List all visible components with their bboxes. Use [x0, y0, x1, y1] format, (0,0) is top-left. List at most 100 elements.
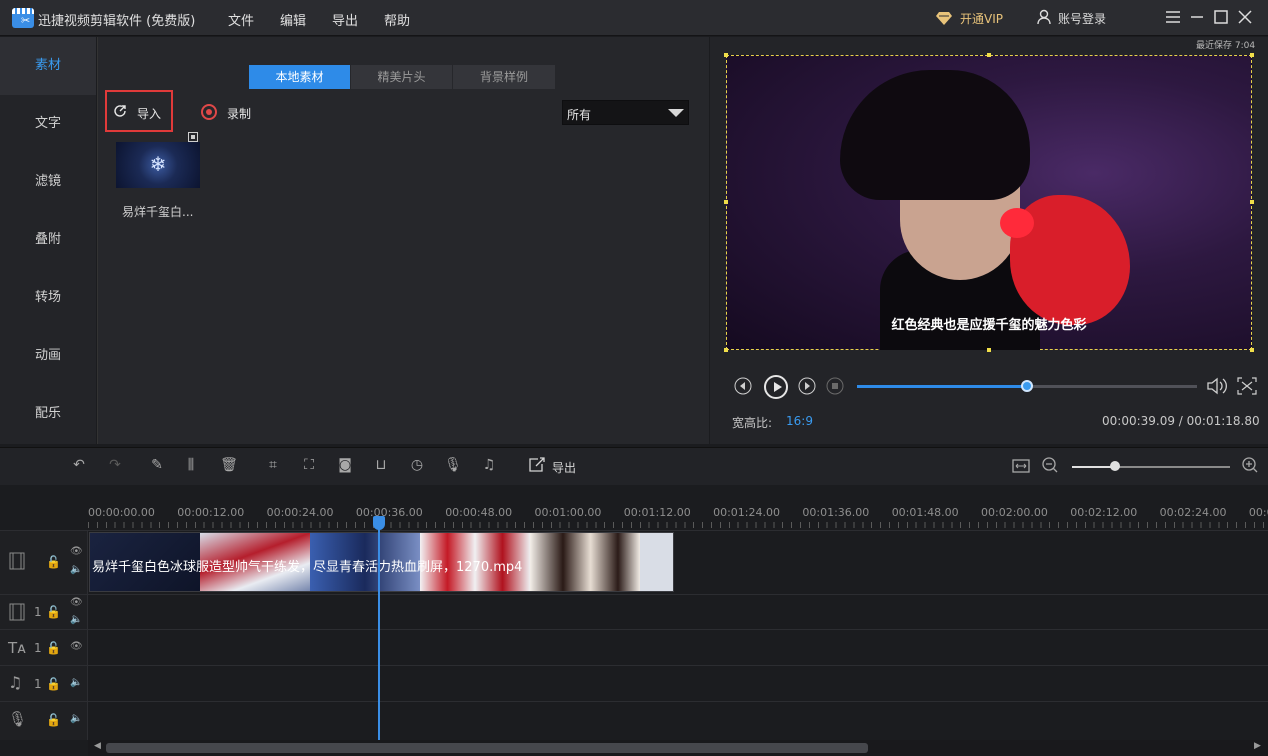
ruler-tick-label: 00:01:00.00 [534, 506, 602, 519]
media-panel [97, 37, 709, 444]
play-button[interactable] [764, 375, 788, 399]
text-track-icon: Tᴀ [8, 639, 27, 657]
import-icon [114, 105, 126, 117]
resize-icon[interactable]: ⛶ [300, 456, 318, 474]
eye-icon[interactable]: 👁 [70, 546, 83, 557]
resize-handle[interactable] [724, 53, 728, 57]
eye-icon[interactable]: 👁 [70, 641, 83, 652]
vip-link[interactable]: 开通VIP [960, 10, 1003, 27]
speaker-icon[interactable]: 🔈 [70, 677, 82, 688]
maximize-icon[interactable] [1210, 6, 1232, 28]
delete-icon[interactable]: 🗑 [220, 456, 238, 474]
login-link[interactable]: 账号登录 [1058, 10, 1106, 27]
ruler-tick-label: 00:00:00.00 [88, 506, 155, 519]
sidebar-item-animation[interactable]: 动画 [0, 327, 96, 385]
mosaic-icon[interactable]: ◙ [336, 456, 354, 474]
media-tabs: 本地素材 精美片头 背景样例 [249, 65, 555, 89]
ruler-tick-label: 00:00:36.00 [355, 506, 423, 519]
previous-frame-icon[interactable] [734, 377, 752, 395]
ruler-tick-label: 00:02:12.00 [1070, 506, 1138, 519]
ruler-tick-label: 00:02:00.00 [981, 506, 1048, 519]
last-save-status: 最近保存 7:04 [1196, 41, 1256, 51]
zoom-in-icon[interactable] [1241, 456, 1259, 474]
sidebar-item-filter[interactable]: 滤镜 [0, 153, 96, 211]
menu-help[interactable]: 帮助 [384, 10, 410, 29]
stop-icon[interactable] [826, 377, 844, 395]
undo-icon[interactable]: ↶ [70, 456, 88, 474]
playhead-line [378, 520, 380, 740]
sidebar-item-overlay[interactable]: 叠附 [0, 211, 96, 269]
zoom-slider-handle[interactable] [1110, 461, 1120, 471]
tab-background[interactable]: 背景样例 [453, 65, 555, 89]
freeze-frame-icon[interactable]: ⊔ [372, 456, 390, 474]
scroll-left-icon[interactable]: ◀ [94, 741, 101, 751]
chevron-down-icon [668, 109, 684, 117]
timeline-scrollbar-thumb[interactable] [106, 743, 868, 753]
hamburger-menu-icon[interactable] [1162, 6, 1184, 28]
text-to-speech-icon[interactable]: ♫ [480, 456, 498, 474]
minimize-icon[interactable] [1186, 6, 1208, 28]
fit-timeline-icon[interactable] [1011, 457, 1031, 475]
speaker-icon[interactable]: 🔈 [70, 564, 82, 575]
resize-handle[interactable] [724, 200, 728, 204]
speaker-icon[interactable]: 🔈 [70, 614, 82, 625]
clip-label: 易烊千玺白色冰球服造型帅气干练发，尽显青春活力热血刷屏，1270.mp4 [92, 560, 523, 575]
lock-icon[interactable]: 🔓 [46, 641, 61, 655]
next-frame-icon[interactable] [798, 377, 816, 395]
speaker-icon[interactable]: 🔈 [70, 713, 82, 724]
lock-icon[interactable]: 🔓 [46, 605, 61, 619]
eye-icon[interactable]: 👁 [70, 597, 83, 608]
edit-icon[interactable]: ✎ [148, 456, 166, 474]
track-number: 1 [34, 605, 42, 619]
voiceover-icon[interactable]: 🎙 [444, 456, 462, 474]
filter-value: 所有 [567, 108, 592, 122]
tab-local-material[interactable]: 本地素材 [249, 65, 351, 89]
record-icon[interactable] [201, 104, 217, 120]
menu-edit[interactable]: 编辑 [280, 10, 306, 29]
add-to-timeline-icon[interactable] [188, 132, 198, 142]
resize-handle[interactable] [724, 348, 728, 352]
lock-icon[interactable]: 🔓 [46, 677, 61, 691]
crop-icon[interactable]: ⌗ [264, 456, 282, 474]
export-button[interactable]: 导出 [552, 459, 576, 476]
ruler-tick-label: 00:00:24.00 [266, 506, 334, 519]
speed-icon[interactable]: ◷ [408, 456, 426, 474]
resize-handle[interactable] [1250, 348, 1254, 352]
volume-icon[interactable] [1206, 376, 1228, 396]
lock-icon[interactable]: 🔓 [46, 555, 61, 569]
resize-handle[interactable] [987, 348, 991, 352]
ruler-tick-label: 00:01:36.00 [802, 506, 870, 519]
sidebar-item-transition[interactable]: 转场 [0, 269, 96, 327]
zoom-out-icon[interactable] [1041, 456, 1059, 474]
resize-handle[interactable] [987, 53, 991, 57]
ruler-tick-label: 00:0 [1248, 506, 1268, 519]
ruler-ticks [88, 522, 1268, 528]
export-icon[interactable] [528, 457, 546, 473]
microphone-icon: 🎙 [8, 710, 28, 728]
resize-handle[interactable] [1250, 200, 1254, 204]
sidebar-item-material[interactable]: 素材 [0, 37, 96, 95]
track-number: 1 [34, 641, 42, 655]
aspect-ratio-value[interactable]: 16:9 [786, 414, 813, 428]
record-button[interactable]: 录制 [227, 105, 251, 122]
menu-export[interactable]: 导出 [332, 10, 358, 29]
fullscreen-icon[interactable] [1236, 376, 1258, 396]
resize-handle[interactable] [1250, 53, 1254, 57]
playback-progress-fill [857, 385, 1027, 388]
snowflake-icon: ❄ [149, 152, 167, 176]
user-icon[interactable] [1037, 9, 1051, 25]
diamond-icon[interactable] [936, 10, 952, 26]
tab-intro[interactable]: 精美片头 [351, 65, 453, 89]
menu-file[interactable]: 文件 [228, 10, 254, 29]
scroll-right-icon[interactable]: ▶ [1254, 741, 1261, 751]
pip-track [0, 594, 1268, 629]
playhead-handle[interactable] [373, 516, 385, 530]
sidebar-item-text[interactable]: 文字 [0, 95, 96, 153]
sidebar-item-music[interactable]: 配乐 [0, 385, 96, 443]
split-icon[interactable]: ⫼ [182, 456, 200, 474]
redo-icon[interactable]: ↷ [106, 456, 124, 474]
playback-progress-handle[interactable] [1021, 380, 1033, 392]
close-icon[interactable] [1234, 6, 1256, 28]
lock-icon[interactable]: 🔓 [46, 713, 61, 727]
text-track [0, 629, 1268, 665]
